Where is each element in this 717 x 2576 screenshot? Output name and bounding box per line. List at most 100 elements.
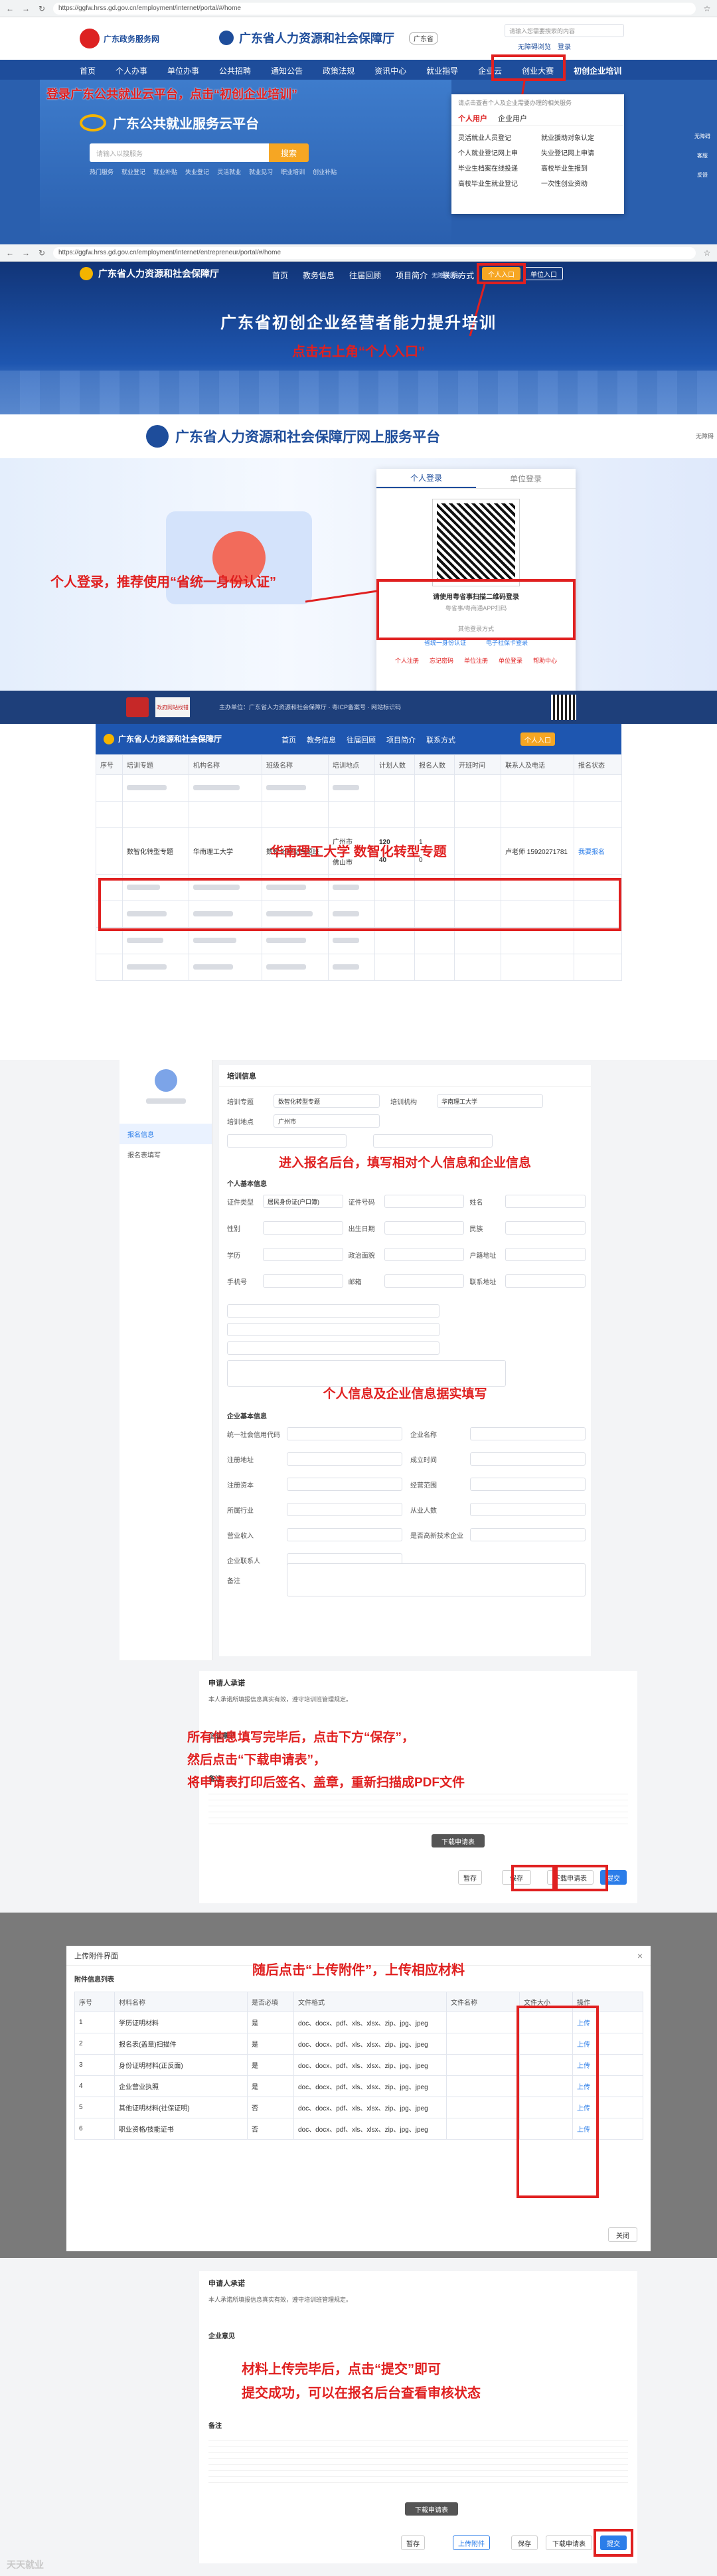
unit-register-link[interactable]: 单位注册 xyxy=(464,656,488,665)
forgot-password-link[interactable]: 忘记密码 xyxy=(430,656,453,665)
platform-search-input[interactable]: 请输入以搜服务 xyxy=(90,143,269,162)
nav-guide[interactable]: 就业指导 xyxy=(426,65,458,76)
forward-icon[interactable]: → xyxy=(21,248,31,258)
draft-button[interactable]: 暂存 xyxy=(401,2535,425,2550)
unit-login-link[interactable]: 单位登录 xyxy=(499,656,522,665)
draft-button[interactable]: 暂存 xyxy=(458,1870,482,1885)
personal-entry-button[interactable]: 个人入口 xyxy=(520,732,555,746)
save-button[interactable]: 保存 xyxy=(511,2535,538,2550)
form-input[interactable] xyxy=(505,1248,586,1261)
download-template-button[interactable]: 下载申请表 xyxy=(405,2502,458,2516)
login-link[interactable]: 登录 xyxy=(558,41,571,51)
nav-news[interactable]: 资讯中心 xyxy=(374,65,406,76)
hot-link[interactable]: 就业补贴 xyxy=(153,167,177,176)
dialog-close-button[interactable]: 关闭 xyxy=(608,2227,637,2242)
form-input[interactable] xyxy=(227,1134,347,1148)
hot-link[interactable]: 灵活就业 xyxy=(217,167,241,176)
form-input[interactable] xyxy=(287,1503,402,1516)
star-icon[interactable]: ☆ xyxy=(702,248,712,258)
nav-review[interactable]: 往届回顾 xyxy=(349,270,381,281)
nav-startup-training[interactable]: 初创企业培训 xyxy=(574,65,621,76)
back-icon[interactable]: ← xyxy=(5,4,15,13)
tab-unit-login[interactable]: 单位登录 xyxy=(476,469,576,488)
unit-entry-button[interactable]: 单位入口 xyxy=(524,267,563,280)
tab-company-user[interactable]: 企业用户 xyxy=(498,113,527,124)
download-form-button[interactable]: 下载申请表 xyxy=(546,2535,592,2550)
back-icon[interactable]: ← xyxy=(5,248,15,258)
form-input[interactable] xyxy=(505,1195,586,1208)
form-input[interactable] xyxy=(384,1195,465,1208)
sidebar-item-enroll-info[interactable]: 报名信息 xyxy=(120,1124,212,1144)
nav-home[interactable]: 首页 xyxy=(80,65,96,76)
gov-error-seal[interactable]: 政府网站找错 xyxy=(155,697,190,717)
nav-teaching[interactable]: 教务信息 xyxy=(303,270,335,281)
dropdown-item[interactable]: 高校毕业生报到 xyxy=(541,163,617,173)
help-link[interactable]: 帮助中心 xyxy=(533,656,557,665)
side-feedback-icon[interactable]: 反馈 xyxy=(697,171,708,179)
org-select[interactable]: 华南理工大学 xyxy=(437,1094,543,1108)
region-select[interactable]: 广东省 xyxy=(409,31,438,44)
upload-attachment-button[interactable]: 上传附件 xyxy=(453,2535,490,2550)
nav-notice[interactable]: 通知公告 xyxy=(271,65,303,76)
form-input[interactable] xyxy=(263,1221,343,1235)
id-type-select[interactable]: 居民身份证(户口簿) xyxy=(263,1195,343,1208)
form-input[interactable] xyxy=(287,1427,402,1440)
form-input[interactable] xyxy=(470,1452,586,1466)
nav-home[interactable]: 首页 xyxy=(281,734,296,745)
nav-policy[interactable]: 政策法规 xyxy=(323,65,355,76)
sidebar-item-form[interactable]: 报名表填写 xyxy=(120,1144,212,1165)
accessibility-link[interactable]: 无障碍浏览 xyxy=(432,271,461,280)
accessibility-link[interactable]: 无障碍浏览 xyxy=(518,41,551,51)
reload-icon[interactable]: ↻ xyxy=(37,4,46,13)
star-icon[interactable]: ☆ xyxy=(702,4,712,13)
register-link[interactable]: 个人注册 xyxy=(395,656,419,665)
nav-personal[interactable]: 个人办事 xyxy=(116,65,147,76)
form-input[interactable] xyxy=(384,1274,465,1288)
nav-unit[interactable]: 单位办事 xyxy=(167,65,199,76)
form-input[interactable] xyxy=(287,1452,402,1466)
dropdown-item[interactable]: 失业登记网上申请 xyxy=(541,147,617,157)
remark-textarea[interactable] xyxy=(287,1563,586,1596)
forward-icon[interactable]: → xyxy=(21,4,31,13)
form-input[interactable] xyxy=(505,1274,586,1288)
nav-intro[interactable]: 项目简介 xyxy=(396,270,428,281)
tab-personal-login[interactable]: 个人登录 xyxy=(376,469,476,488)
hot-link[interactable]: 职业培训 xyxy=(281,167,305,176)
form-input[interactable] xyxy=(470,1427,586,1440)
top-search-input[interactable]: 请输入您需要搜索的内容 xyxy=(505,24,624,37)
form-input[interactable] xyxy=(470,1478,586,1491)
form-input[interactable] xyxy=(373,1134,493,1148)
side-accessibility-icon[interactable]: 无障碍 xyxy=(694,133,710,140)
form-input[interactable] xyxy=(227,1304,439,1318)
form-input[interactable] xyxy=(384,1221,465,1235)
form-input[interactable] xyxy=(384,1248,465,1261)
hot-link[interactable]: 创业补贴 xyxy=(313,167,337,176)
form-input[interactable] xyxy=(227,1323,439,1336)
form-input[interactable] xyxy=(470,1503,586,1516)
nav-intro[interactable]: 项目简介 xyxy=(386,734,416,745)
form-textarea[interactable] xyxy=(227,1360,506,1387)
nav-contact[interactable]: 联系方式 xyxy=(426,734,455,745)
form-input[interactable] xyxy=(287,1528,402,1541)
dropdown-item[interactable]: 就业援助对象认定 xyxy=(541,132,617,142)
nav-review[interactable]: 往届回顾 xyxy=(347,734,376,745)
dropdown-item[interactable]: 个人就业登记网上申 xyxy=(458,147,534,157)
form-input[interactable] xyxy=(470,1528,586,1541)
tab-personal-user[interactable]: 个人用户 xyxy=(458,113,487,124)
nav-recruit[interactable]: 公共招聘 xyxy=(219,65,251,76)
reload-icon[interactable]: ↻ xyxy=(37,248,46,258)
dropdown-item[interactable]: 毕业生档案在线投递 xyxy=(458,163,534,173)
address-bar[interactable]: https://ggfw.hrss.gd.gov.cn/employment/i… xyxy=(53,246,696,259)
nav-teaching[interactable]: 教务信息 xyxy=(307,734,336,745)
form-input[interactable] xyxy=(263,1248,343,1261)
address-bar[interactable]: https://ggfw.hrss.gd.gov.cn/employment/i… xyxy=(53,2,696,15)
hot-link[interactable]: 就业登记 xyxy=(121,167,145,176)
platform-search-button[interactable]: 搜索 xyxy=(269,143,309,162)
form-input[interactable] xyxy=(227,1341,439,1355)
dropdown-item[interactable]: 一次性创业资助 xyxy=(541,178,617,188)
form-input[interactable] xyxy=(505,1221,586,1235)
topic-select[interactable]: 数智化转型专题 xyxy=(274,1094,380,1108)
place-select[interactable]: 广州市 xyxy=(274,1114,380,1128)
nav-home[interactable]: 首页 xyxy=(272,270,288,281)
hot-link[interactable]: 失业登记 xyxy=(185,167,209,176)
